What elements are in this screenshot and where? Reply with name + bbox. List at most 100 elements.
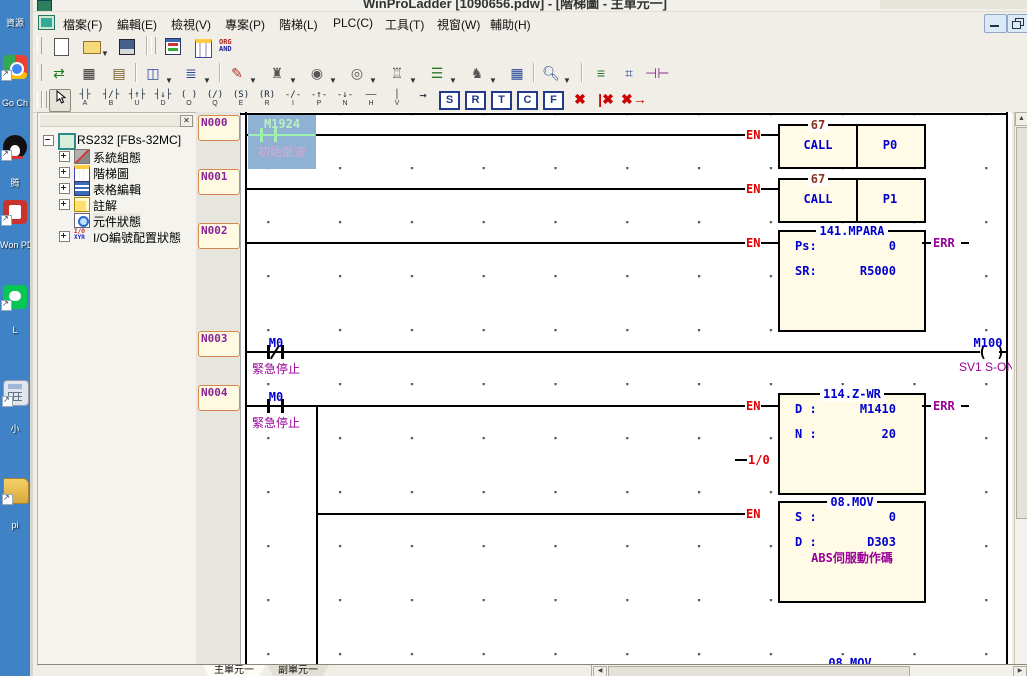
- minimize-button[interactable]: [984, 14, 1007, 33]
- ladder-view-button[interactable]: ≣▼: [179, 62, 203, 84]
- element-monitor2-button[interactable]: ♞▼: [465, 62, 489, 84]
- tool-rising-pulse-button[interactable]: -↑-P: [307, 89, 331, 110]
- mpara-block[interactable]: 141.MPARA Ps: 0 SR: R5000: [778, 230, 926, 332]
- delete-column-button[interactable]: |✖: [595, 90, 617, 108]
- scrollbar-thumb[interactable]: [608, 666, 910, 676]
- tool-invert-button[interactable]: -/-I: [281, 89, 305, 110]
- edit-element-button[interactable]: ✎▼: [225, 62, 249, 84]
- menu-file[interactable]: 檔案(F): [59, 15, 106, 34]
- tree-root-label[interactable]: RS232 [FBs-32MC]: [77, 133, 181, 147]
- calculator-icon[interactable]: [3, 380, 29, 406]
- table-edit-button[interactable]: ▦: [505, 62, 529, 84]
- toolbar-grip[interactable]: [37, 37, 42, 54]
- tool-rising-contact-button[interactable]: ┤↑├U: [125, 89, 149, 110]
- param-value[interactable]: 0: [818, 239, 906, 253]
- contact-status-button[interactable]: ⊣⊢: [645, 62, 669, 84]
- delete-row-button[interactable]: ✖→: [621, 90, 643, 108]
- menu-plc[interactable]: PLC(C): [329, 15, 377, 31]
- param-value[interactable]: D303: [818, 535, 906, 549]
- tool-falling-pulse-button[interactable]: -↓-N: [333, 89, 357, 110]
- param-value[interactable]: M1410: [818, 402, 906, 416]
- scrollbar-thumb[interactable]: [1016, 127, 1027, 519]
- toolbar-grip[interactable]: [151, 37, 156, 54]
- wondershare-pdf-label[interactable]: Won PDF: [0, 240, 30, 250]
- menu-help[interactable]: 輔助(H): [486, 15, 535, 34]
- menu-view[interactable]: 檢視(V): [167, 15, 215, 34]
- menu-tools[interactable]: 工具(T): [381, 15, 428, 34]
- param-value[interactable]: 20: [818, 427, 906, 441]
- qq-label[interactable]: 腾: [0, 176, 30, 189]
- expand-icon[interactable]: [59, 151, 70, 162]
- line-icon[interactable]: [3, 285, 27, 309]
- rung-label[interactable]: N003: [198, 331, 240, 357]
- panel-close-button[interactable]: ✕: [180, 115, 193, 127]
- rung-label[interactable]: N001: [198, 169, 240, 195]
- save-button[interactable]: [115, 35, 139, 57]
- collapse-icon[interactable]: [43, 135, 54, 146]
- qq-icon[interactable]: [3, 135, 27, 159]
- new-file-button[interactable]: [49, 35, 73, 57]
- tool-coil-button[interactable]: ( )O: [177, 89, 201, 110]
- org-and-button[interactable]: ORGAND: [219, 35, 243, 61]
- toolbar-grip[interactable]: [42, 91, 47, 108]
- expand-icon[interactable]: [59, 167, 70, 178]
- contact-device[interactable]: M1924: [248, 117, 316, 131]
- project-window-button[interactable]: [161, 35, 185, 57]
- selection-highlight[interactable]: M1924 初始脈波: [248, 115, 316, 169]
- horizontal-scrollbar[interactable]: ◀ ▶: [591, 665, 1027, 676]
- mdi-child-icon[interactable]: [38, 15, 55, 30]
- contact-device[interactable]: M0: [254, 390, 298, 404]
- status-page-button[interactable]: ☰▼: [425, 62, 449, 84]
- param-value[interactable]: 0: [818, 510, 906, 524]
- calculator-label[interactable]: 小: [0, 422, 30, 435]
- call-p1-block[interactable]: 67 CALL P1: [778, 178, 926, 223]
- tool-no-contact-button[interactable]: ┤├A: [73, 89, 97, 110]
- force-off-button[interactable]: ◉▼: [305, 62, 329, 84]
- scroll-right-button[interactable]: ▶: [1013, 666, 1027, 676]
- tool-falling-contact-button[interactable]: ┤↓├D: [151, 89, 175, 110]
- tool-nc-contact-button[interactable]: ┤/├B: [99, 89, 123, 110]
- expand-icon[interactable]: [59, 231, 70, 242]
- rung-label[interactable]: N002: [198, 223, 240, 249]
- tab-main-unit[interactable]: 主單元一: [203, 665, 265, 676]
- ladder-status-button[interactable]: ⌗: [617, 62, 641, 84]
- element-monitor-button[interactable]: ♜▼: [265, 62, 289, 84]
- run-status-button[interactable]: ≡: [589, 62, 613, 84]
- tool-step-button[interactable]: S: [439, 91, 460, 110]
- tool-counter-button[interactable]: C: [517, 91, 538, 110]
- delete-element-button[interactable]: ✖: [569, 90, 591, 108]
- folder-icon[interactable]: [3, 478, 29, 504]
- expand-icon[interactable]: [59, 183, 70, 194]
- coil-device[interactable]: M100: [964, 336, 1012, 350]
- online-connect-button[interactable]: ⇄: [47, 62, 71, 84]
- contact-device[interactable]: M0: [254, 336, 298, 350]
- tool-hline-button[interactable]: ——H: [359, 89, 383, 110]
- call-p0-block[interactable]: 67 CALL P0: [778, 124, 926, 169]
- ladder-window-button[interactable]: [191, 35, 215, 57]
- tab-sub-unit[interactable]: 副單元一: [267, 665, 329, 676]
- rung-label[interactable]: N000: [198, 115, 240, 141]
- line-label[interactable]: L: [0, 325, 30, 335]
- vertical-scrollbar[interactable]: ▲: [1014, 112, 1027, 664]
- open-file-button[interactable]: ▼: [75, 35, 109, 57]
- panel-grip[interactable]: ✕: [40, 115, 194, 127]
- zoom-button[interactable]: 🔍︎▼: [539, 62, 563, 84]
- title-buttons-area[interactable]: [880, 0, 1027, 9]
- scroll-left-button[interactable]: ◀: [593, 666, 607, 676]
- tool-function-button[interactable]: F: [543, 91, 564, 110]
- rung-label[interactable]: N004: [198, 385, 240, 411]
- chrome-icon[interactable]: [3, 55, 27, 79]
- tool-set-coil-button[interactable]: (S)E: [229, 89, 253, 110]
- tool-ret-button[interactable]: R: [465, 91, 486, 110]
- recycle-bin-label[interactable]: 資源: [0, 16, 30, 29]
- zwr-block[interactable]: 114.Z-WR D : M1410 N : 20: [778, 393, 926, 495]
- select-pointer-button[interactable]: [49, 89, 71, 112]
- scroll-up-button[interactable]: ▲: [1015, 112, 1027, 126]
- title-bar[interactable]: WinProLadder [1090656.pdw] - [階梯圖 - 主單元一…: [33, 0, 1027, 12]
- param-value[interactable]: R5000: [818, 264, 906, 278]
- element-test-button[interactable]: ♖▼: [385, 62, 409, 84]
- chrome-label[interactable]: Go Ch: [0, 98, 30, 108]
- force-on-button[interactable]: ◎▼: [345, 62, 369, 84]
- tool-timer-button[interactable]: T: [491, 91, 512, 110]
- menu-project[interactable]: 專案(P): [221, 15, 269, 34]
